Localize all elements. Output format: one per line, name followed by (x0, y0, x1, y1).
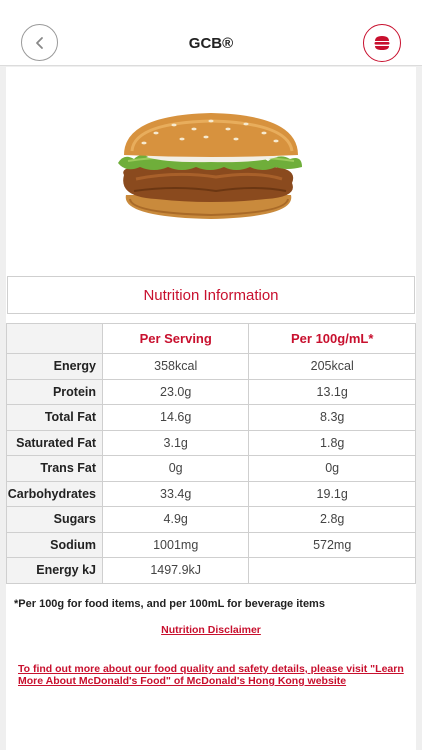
per-serving-value: 3.1g (101, 429, 250, 456)
per-100-value: 13.1g (248, 378, 416, 405)
table-row: Energy kJ 1497.9kJ (6, 557, 416, 584)
per-100-value (248, 557, 416, 584)
row-label: Energy kJ (6, 557, 103, 584)
per-100-value: 8.3g (248, 404, 416, 431)
nutrition-disclaimer-link[interactable]: Nutrition Disclaimer (6, 624, 416, 636)
row-label: Sodium (6, 531, 103, 558)
row-label: Energy (6, 353, 103, 380)
content-panel: Nutrition Information Per Serving Per 10… (6, 67, 416, 750)
more-info-link[interactable]: To find out more about our food quality … (18, 663, 410, 687)
row-label: Trans Fat (6, 455, 103, 482)
per-serving-value: 33.4g (101, 480, 250, 507)
per-serving-value: 358kcal (101, 353, 250, 380)
per-serving-value: 1001mg (101, 531, 250, 558)
per-100-value: 1.8g (248, 429, 416, 456)
per-100-value: 19.1g (248, 480, 416, 507)
burger-icon (374, 36, 390, 50)
row-label: Sugars (6, 506, 103, 533)
table-row: Saturated Fat 3.1g 1.8g (6, 429, 416, 456)
row-label: Protein (6, 378, 103, 405)
per-100-value: 572mg (248, 531, 416, 558)
table-row: Trans Fat 0g 0g (6, 455, 416, 482)
nutrition-title: Nutrition Information (7, 276, 415, 314)
table-row: Protein 23.0g 13.1g (6, 378, 416, 405)
column-header-per-100: Per 100g/mL* (248, 323, 416, 354)
product-image-area (6, 67, 416, 272)
column-header-per-serving: Per Serving (101, 323, 250, 354)
per-100-value: 205kcal (248, 353, 416, 380)
table-corner (6, 323, 103, 354)
per-serving-value: 4.9g (101, 506, 250, 533)
nutrition-table: Per Serving Per 100g/mL* Energy 358kcal … (6, 323, 416, 584)
footnote: *Per 100g for food items, and per 100mL … (14, 598, 325, 610)
burger-image (118, 113, 302, 219)
page-title: GCB® (188, 35, 234, 52)
table-row: Total Fat 14.6g 8.3g (6, 404, 416, 431)
top-bar: GCB® (0, 0, 422, 66)
row-label: Saturated Fat (6, 429, 103, 456)
per-100-value: 0g (248, 455, 416, 482)
per-serving-value: 1497.9kJ (101, 557, 250, 584)
table-row: Energy 358kcal 205kcal (6, 353, 416, 380)
table-row: Carbohydrates 33.4g 19.1g (6, 480, 416, 507)
per-serving-value: 23.0g (101, 378, 250, 405)
row-label: Carbohydrates (6, 480, 103, 507)
per-serving-value: 14.6g (101, 404, 250, 431)
per-serving-value: 0g (101, 455, 250, 482)
table-header-row: Per Serving Per 100g/mL* (6, 323, 416, 354)
table-row: Sugars 4.9g 2.8g (6, 506, 416, 533)
row-label: Total Fat (6, 404, 103, 431)
menu-button[interactable] (363, 24, 401, 62)
per-100-value: 2.8g (248, 506, 416, 533)
table-row: Sodium 1001mg 572mg (6, 531, 416, 558)
